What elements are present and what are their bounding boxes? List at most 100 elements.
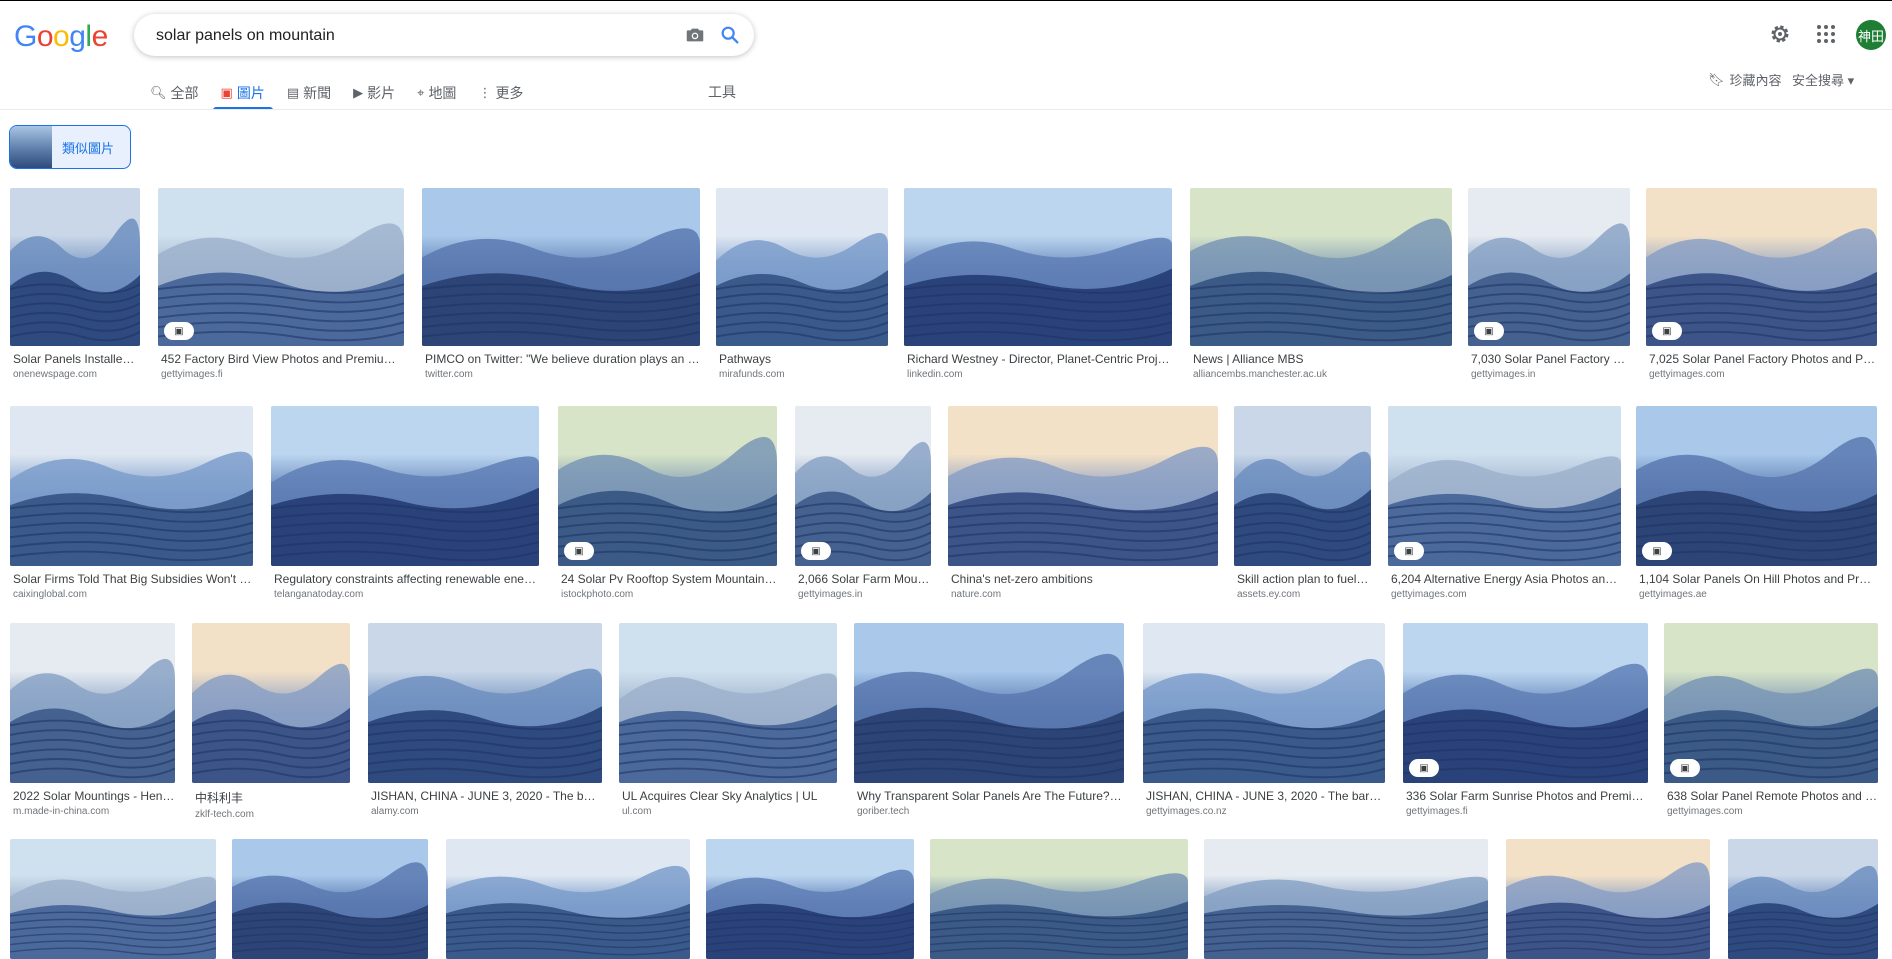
image-result[interactable]: ▣ 7,025 Solar Panel Factory Photos and Pr… (1646, 188, 1877, 380)
image-result[interactable] (1506, 839, 1710, 959)
result-source[interactable]: caixinglobal.com (10, 589, 253, 600)
result-title[interactable]: 6,204 Alternative Energy Asia Photos and… (1388, 572, 1621, 586)
result-source[interactable]: gettyimages.ae (1636, 589, 1877, 600)
image-result[interactable]: ▣ 24 Solar Pv Rooftop System Mountain Ba.… (558, 406, 777, 600)
image-result[interactable] (706, 839, 914, 959)
result-thumbnail[interactable] (1204, 839, 1488, 959)
image-result[interactable]: ▣ 638 Solar Panel Remote Photos and Pre..… (1664, 623, 1878, 817)
result-title[interactable]: 452 Factory Bird View Photos and Premium… (158, 352, 404, 366)
image-result[interactable] (930, 839, 1188, 959)
image-result[interactable]: Skill action plan to fuel t... assets.ey.… (1234, 406, 1371, 600)
result-source[interactable]: linkedin.com (904, 369, 1172, 380)
tab-videos[interactable]: ▶︎ 影片 (353, 78, 395, 108)
result-thumbnail[interactable] (10, 188, 140, 346)
result-title[interactable]: Pathways (716, 352, 888, 366)
result-thumbnail[interactable] (10, 406, 253, 566)
image-result[interactable]: JISHAN, CHINA - JUNE 3, 2020 - The barre… (368, 623, 602, 817)
result-thumbnail[interactable] (904, 188, 1172, 346)
result-thumbnail[interactable] (446, 839, 690, 959)
result-thumbnail[interactable] (930, 839, 1188, 959)
image-result[interactable]: Solar Firms Told That Big Subsidies Won'… (10, 406, 253, 600)
result-title[interactable]: JISHAN, CHINA - JUNE 3, 2020 - The barre… (368, 789, 602, 803)
result-title[interactable]: 336 Solar Farm Sunrise Photos and Premiu… (1403, 789, 1648, 803)
result-thumbnail[interactable]: ▣ (1636, 406, 1877, 566)
result-thumbnail[interactable] (1143, 623, 1385, 783)
search-icon[interactable] (719, 24, 741, 46)
image-result[interactable]: Solar Panels Installed ... onenewspage.co… (10, 188, 140, 380)
google-logo[interactable]: Google (14, 20, 108, 54)
result-thumbnail[interactable] (948, 406, 1218, 566)
result-source[interactable]: gettyimages.fi (1403, 806, 1648, 817)
image-result[interactable] (1728, 839, 1878, 959)
result-thumbnail[interactable]: ▣ (1388, 406, 1621, 566)
result-thumbnail[interactable]: ▣ (1646, 188, 1877, 346)
result-title[interactable]: Solar Firms Told That Big Subsidies Won'… (10, 572, 253, 586)
result-thumbnail[interactable] (368, 623, 602, 783)
result-title[interactable]: JISHAN, CHINA - JUNE 3, 2020 - The barre… (1143, 789, 1385, 803)
result-source[interactable]: onenewspage.com (10, 369, 140, 380)
image-result[interactable]: ▣ 2,066 Solar Farm Mount... gettyimages.in (795, 406, 931, 600)
result-source[interactable]: gettyimages.co.nz (1143, 806, 1385, 817)
apps-grid-icon[interactable] (1814, 22, 1838, 46)
result-title[interactable]: Solar Panels Installed ... (10, 352, 140, 366)
image-result[interactable] (1204, 839, 1488, 959)
result-title[interactable]: UL Acquires Clear Sky Analytics | UL (619, 789, 837, 803)
result-thumbnail[interactable] (716, 188, 888, 346)
result-source[interactable]: gettyimages.in (1468, 369, 1630, 380)
result-thumbnail[interactable]: ▣ (1664, 623, 1878, 783)
account-avatar[interactable]: 神田 (1856, 20, 1886, 50)
result-thumbnail[interactable] (706, 839, 914, 959)
image-result[interactable]: China's net-zero ambitions nature.com (948, 406, 1218, 600)
result-source[interactable]: goriber.tech (854, 806, 1124, 817)
image-result[interactable]: 中科利丰 zklf-tech.com (192, 623, 350, 820)
tab-all[interactable]: 🔍︎ 全部 (150, 78, 199, 108)
result-thumbnail[interactable] (10, 839, 216, 959)
tab-more[interactable]: ⋮ 更多 (478, 78, 523, 108)
result-title[interactable]: 24 Solar Pv Rooftop System Mountain Ba..… (558, 572, 777, 586)
result-thumbnail[interactable]: ▣ (1468, 188, 1630, 346)
image-result[interactable]: PIMCO on Twitter: "We believe duration p… (422, 188, 700, 380)
result-thumbnail[interactable] (854, 623, 1124, 783)
image-result[interactable]: ▣ 1,104 Solar Panels On Hill Photos and P… (1636, 406, 1877, 600)
result-source[interactable]: m.made-in-china.com (10, 806, 175, 817)
result-source[interactable]: gettyimages.in (795, 589, 931, 600)
image-result[interactable] (10, 839, 216, 959)
image-result[interactable]: Regulatory constraints affecting renewab… (271, 406, 539, 600)
image-result[interactable]: Why Transparent Solar Panels Are The Fut… (854, 623, 1124, 817)
result-thumbnail[interactable]: ▣ (558, 406, 777, 566)
result-title[interactable]: Why Transparent Solar Panels Are The Fut… (854, 789, 1124, 803)
result-thumbnail[interactable] (232, 839, 428, 959)
image-result[interactable]: ▣ 452 Factory Bird View Photos and Premiu… (158, 188, 404, 380)
result-thumbnail[interactable] (1190, 188, 1452, 346)
result-source[interactable]: nature.com (948, 589, 1218, 600)
image-result[interactable]: JISHAN, CHINA - JUNE 3, 2020 - The barre… (1143, 623, 1385, 817)
result-thumbnail[interactable] (192, 623, 350, 783)
result-title[interactable]: 2,066 Solar Farm Mount... (795, 572, 931, 586)
result-title[interactable]: Richard Westney - Director, Planet-Centr… (904, 352, 1172, 366)
result-title[interactable]: 2022 Solar Mountings - Henan... (10, 789, 175, 803)
result-title[interactable]: 7,030 Solar Panel Factory Ph... (1468, 352, 1630, 366)
result-source[interactable]: twitter.com (422, 369, 700, 380)
result-source[interactable]: istockphoto.com (558, 589, 777, 600)
result-title[interactable]: 1,104 Solar Panels On Hill Photos and Pr… (1636, 572, 1877, 586)
result-thumbnail[interactable] (422, 188, 700, 346)
result-source[interactable]: gettyimages.com (1646, 369, 1877, 380)
result-thumbnail[interactable] (271, 406, 539, 566)
image-result[interactable]: Richard Westney - Director, Planet-Centr… (904, 188, 1172, 380)
result-title[interactable]: 7,025 Solar Panel Factory Photos and Pre… (1646, 352, 1877, 366)
image-result[interactable]: ▣ 7,030 Solar Panel Factory Ph... gettyima… (1468, 188, 1630, 380)
result-thumbnail[interactable] (1728, 839, 1878, 959)
result-thumbnail[interactable] (1506, 839, 1710, 959)
result-source[interactable]: ul.com (619, 806, 837, 817)
search-input[interactable] (154, 24, 678, 48)
result-title[interactable]: 638 Solar Panel Remote Photos and Pre... (1664, 789, 1878, 803)
result-thumbnail[interactable]: ▣ (1403, 623, 1648, 783)
tab-maps[interactable]: ⌖ 地圖 (417, 78, 456, 108)
result-source[interactable]: gettyimages.fi (158, 369, 404, 380)
result-source[interactable]: gettyimages.com (1388, 589, 1621, 600)
result-source[interactable]: gettyimages.com (1664, 806, 1878, 817)
image-result[interactable]: Pathways mirafunds.com (716, 188, 888, 380)
tab-news[interactable]: ▤ 新聞 (287, 78, 331, 108)
result-source[interactable]: telanganatoday.com (271, 589, 539, 600)
result-source[interactable]: zklf-tech.com (192, 809, 350, 820)
